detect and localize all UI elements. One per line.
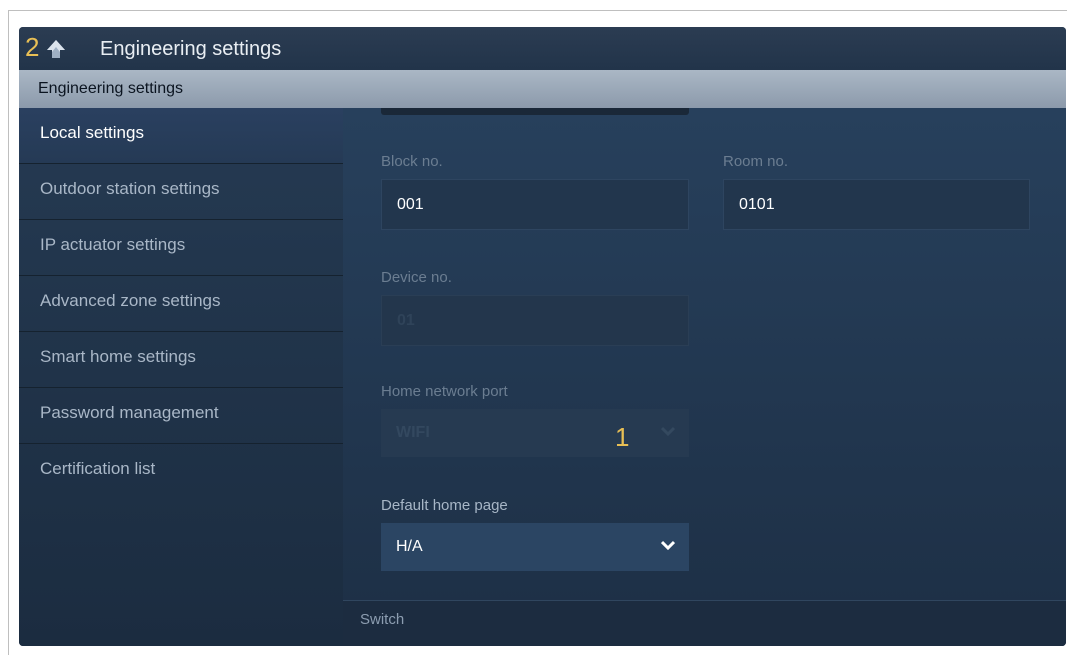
default-home-page-label: Default home page bbox=[381, 497, 508, 514]
annotation-marker-2: 2 bbox=[25, 32, 40, 62]
room-no-field[interactable]: 0101 bbox=[723, 179, 1030, 230]
section-header-label: Engineering settings bbox=[38, 80, 183, 97]
section-header: Engineering settings bbox=[19, 70, 1066, 108]
device-no-field: 01 bbox=[381, 295, 689, 346]
sidebar: Local settings Outdoor station settings … bbox=[19, 108, 343, 646]
settings-panel: 2 Engineering settings Engineering setti… bbox=[19, 27, 1066, 646]
sidebar-item-smart-home-settings[interactable]: Smart home settings bbox=[19, 332, 343, 388]
settings-content: Block no. 001 Room no. 0101 Device no. 0… bbox=[343, 108, 1066, 646]
sidebar-item-certification-list[interactable]: Certification list bbox=[19, 444, 343, 500]
sidebar-item-password-management[interactable]: Password management bbox=[19, 388, 343, 444]
home-network-port-value: WIFI bbox=[396, 424, 430, 441]
scrolled-field-edge bbox=[381, 108, 689, 115]
chevron-down-icon bbox=[661, 426, 675, 436]
annotation-marker-1: 1 bbox=[615, 422, 630, 452]
sidebar-item-advanced-zone-settings[interactable]: Advanced zone settings bbox=[19, 276, 343, 332]
room-no-label: Room no. bbox=[723, 153, 789, 170]
home-network-port-label: Home network port bbox=[381, 383, 508, 400]
sidebar-item-ip-actuator-settings[interactable]: IP actuator settings bbox=[19, 220, 343, 276]
block-no-label: Block no. bbox=[381, 153, 443, 170]
default-home-page-select[interactable]: H/A bbox=[381, 523, 689, 571]
back-arrow-icon[interactable] bbox=[45, 38, 67, 60]
device-no-label: Device no. bbox=[381, 269, 452, 286]
block-no-field[interactable]: 001 bbox=[381, 179, 689, 230]
switch-label: Switch bbox=[360, 611, 405, 628]
switch-bar[interactable]: Switch bbox=[343, 600, 1066, 646]
page-title: Engineering settings bbox=[100, 38, 282, 60]
chevron-down-icon bbox=[661, 540, 675, 550]
sidebar-item-outdoor-station-settings[interactable]: Outdoor station settings bbox=[19, 164, 343, 220]
title-bar: 2 Engineering settings bbox=[19, 27, 1066, 70]
default-home-page-value: H/A bbox=[396, 538, 423, 555]
sidebar-item-local-settings[interactable]: Local settings bbox=[19, 108, 343, 164]
home-network-port-select: WIFI bbox=[381, 409, 689, 457]
